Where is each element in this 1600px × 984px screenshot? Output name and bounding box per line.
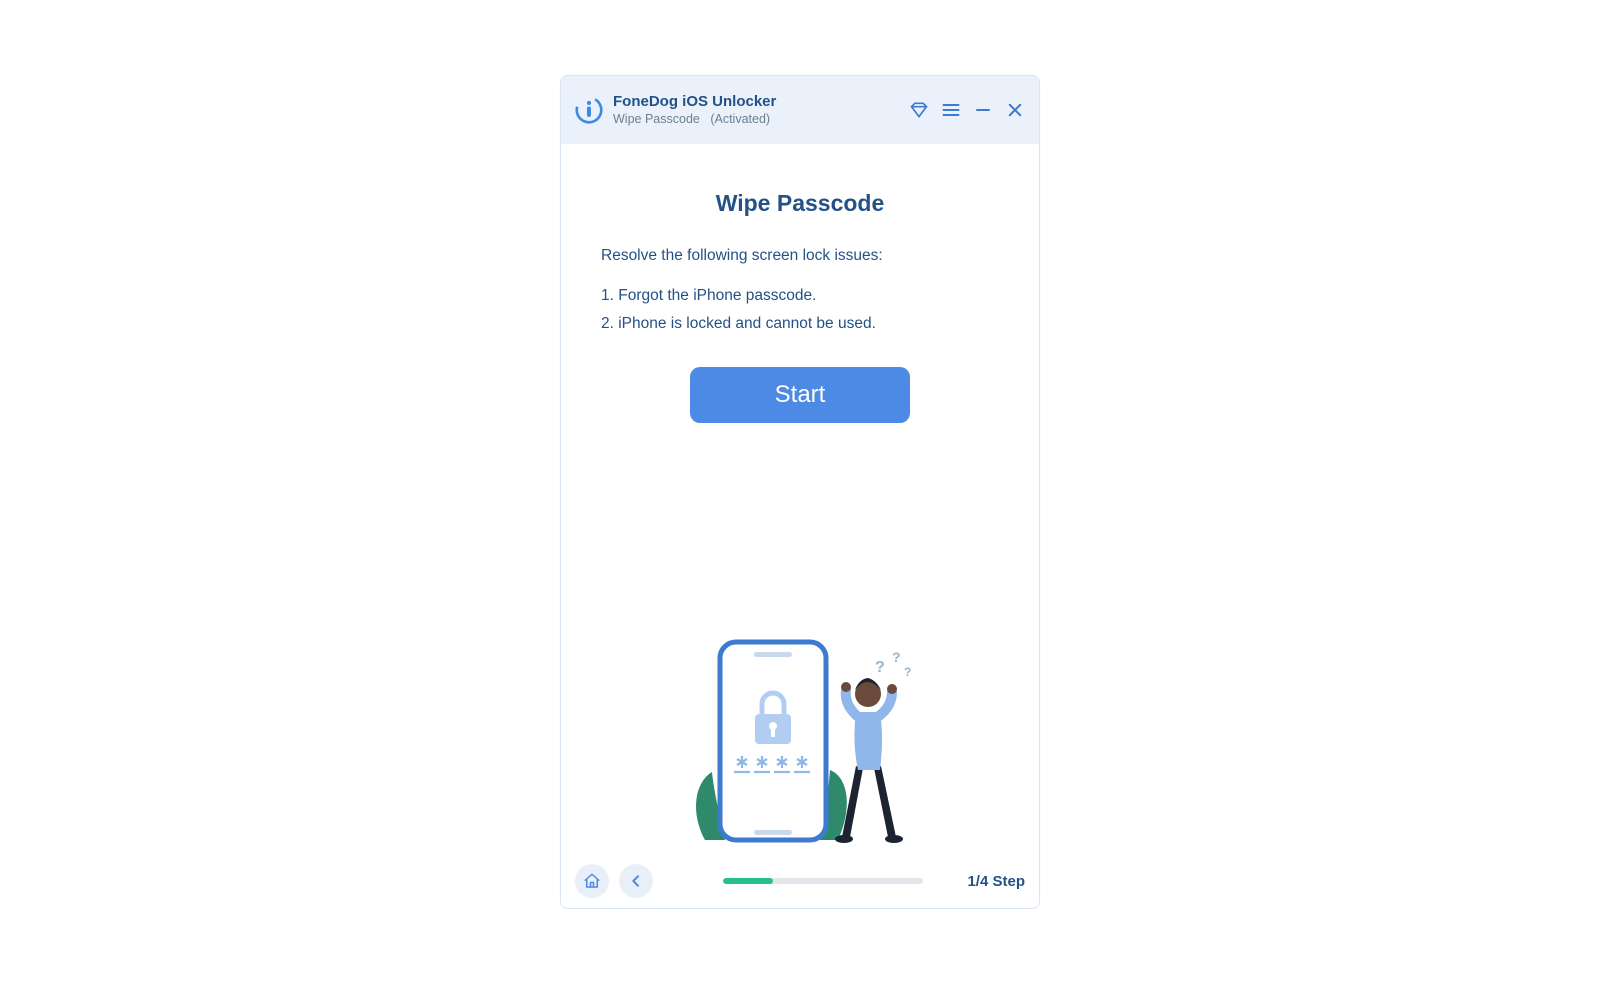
intro-text: Resolve the following screen lock issues… [601, 247, 999, 265]
minimize-icon[interactable] [973, 100, 993, 120]
illustration: ? ? ? [601, 423, 999, 854]
issue-1: 1. Forgot the iPhone passcode. [601, 287, 999, 305]
footer-bar: 1/4 Step [561, 854, 1039, 908]
step-indicator: 1/4 Step [967, 873, 1025, 890]
chevron-left-icon [628, 873, 644, 889]
app-title: FoneDog iOS Unlocker [613, 93, 776, 112]
content-area: Wipe Passcode Resolve the following scre… [561, 144, 1039, 854]
svg-text:?: ? [904, 665, 911, 679]
app-logo-icon [575, 96, 603, 124]
home-icon [583, 872, 601, 890]
mode-label: Wipe Passcode [613, 112, 700, 126]
issue-2: 2. iPhone is locked and cannot be used. [601, 315, 999, 333]
home-button[interactable] [575, 864, 609, 898]
close-icon[interactable] [1005, 100, 1025, 120]
titlebar: FoneDog iOS Unlocker Wipe Passcode (Acti… [561, 76, 1039, 144]
progress-fill [723, 878, 773, 884]
svg-text:?: ? [892, 649, 901, 665]
svg-text:?: ? [875, 659, 885, 676]
activation-status: (Activated) [710, 112, 770, 126]
window-controls [909, 100, 1025, 120]
diamond-icon[interactable] [909, 100, 929, 120]
app-window: FoneDog iOS Unlocker Wipe Passcode (Acti… [560, 75, 1040, 909]
start-button[interactable]: Start [690, 367, 910, 423]
menu-icon[interactable] [941, 100, 961, 120]
progress-bar [723, 878, 923, 884]
title-texts: FoneDog iOS Unlocker Wipe Passcode (Acti… [613, 93, 776, 127]
back-button[interactable] [619, 864, 653, 898]
app-subtitle: Wipe Passcode (Activated) [613, 112, 776, 128]
page-title: Wipe Passcode [601, 190, 999, 217]
